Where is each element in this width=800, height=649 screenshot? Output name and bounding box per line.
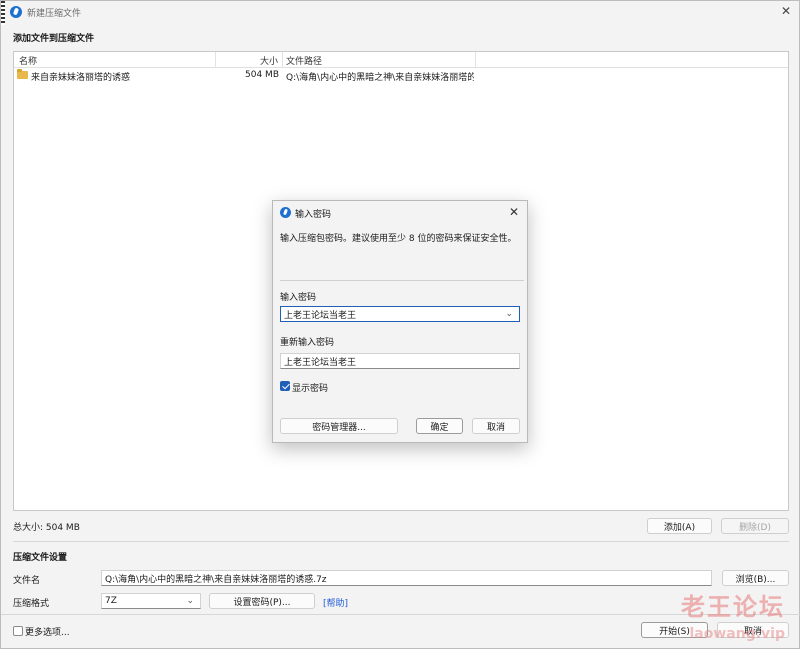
reenter-label: 重新输入密码 [280,338,335,348]
password-manager-button[interactable]: 密码管理器... [280,418,398,434]
chevron-down-icon: ⌄ [186,596,194,606]
app-icon [280,207,291,218]
divider [280,280,524,281]
format-label: 压缩格式 [13,599,50,609]
chevron-down-icon[interactable]: ⌄ [505,309,513,319]
more-options-label[interactable]: 更多选项... [25,625,70,638]
file-list-header: 名称 大小 文件路径 [14,52,788,68]
row-name: 来自亲妹妹洛丽塔的诱惑 [31,73,131,83]
app-icon [10,6,22,18]
password-dialog: 输入密码 ✕ 输入压缩包密码。建议使用至少 8 位的密码来保证安全性。 输入密码… [272,200,528,443]
more-options-checkbox[interactable] [13,626,23,636]
password-label: 输入密码 [280,293,317,303]
password-value: 上老王论坛当老王 [284,310,357,321]
show-password-label[interactable]: 显示密码 [292,381,328,394]
dialog-title: 输入密码 [295,210,332,220]
format-select[interactable]: 7Z ⌄ [101,593,201,609]
watermark-logo: 老王论坛 [681,593,785,621]
column-separator[interactable] [282,52,283,68]
files-section-heading: 添加文件到压缩文件 [13,34,95,44]
row-path: Q:\海角\内心中的黑暗之神\来自亲妹妹洛丽塔的诱... [286,73,474,83]
reenter-password-input[interactable]: 上老王论坛当老王 [280,353,520,369]
ok-button[interactable]: 确定 [416,418,463,434]
password-input[interactable]: 上老王论坛当老王 ⌄ [280,306,520,322]
format-value: 7Z [105,596,117,606]
show-password-checkbox[interactable] [280,381,290,391]
browse-button[interactable]: 浏览(B)... [722,570,789,586]
filename-field[interactable]: Q:\海角\内心中的黑暗之神\来自亲妹妹洛丽塔的诱惑.7z [101,570,712,586]
column-header-size[interactable]: 大小 [260,54,278,67]
delete-button[interactable]: 删除(D) [721,518,789,534]
set-password-button[interactable]: 设置密码(P)... [209,593,315,609]
add-button[interactable]: 添加(A) [647,518,712,534]
dialog-hint: 输入压缩包密码。建议使用至少 8 位的密码来保证安全性。 [280,234,517,244]
column-header-path[interactable]: 文件路径 [286,54,322,67]
settings-section-heading: 压缩文件设置 [13,553,68,563]
close-icon[interactable]: ✕ [781,4,791,18]
column-separator[interactable] [215,52,216,68]
column-header-name[interactable]: 名称 [19,54,37,67]
help-link[interactable]: [帮助] [323,596,348,609]
divider [13,541,789,542]
row-size: 504 MB [245,70,279,80]
window-title: 新建压缩文件 [27,9,82,19]
close-icon[interactable]: ✕ [509,205,519,219]
filename-label: 文件名 [13,576,41,586]
folder-icon [17,69,28,79]
total-size: 总大小: 504 MB [13,523,80,533]
title-bar: 新建压缩文件 ✕ [1,1,800,23]
column-separator[interactable] [475,52,476,68]
watermark-url: laowang.vip [689,626,786,642]
dialog-cancel-button[interactable]: 取消 [472,418,520,434]
